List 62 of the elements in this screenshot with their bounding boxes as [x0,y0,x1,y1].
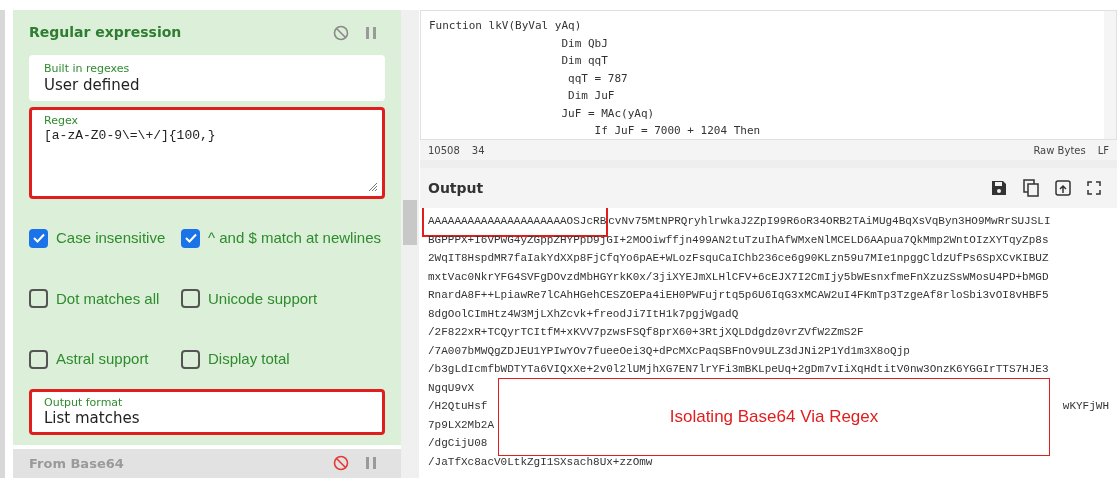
resize-handle-icon[interactable] [368,182,378,192]
output-line: 8dgOolCImHtz4W3MjLXhZcvk+freodJi7ItH1k7pgjWgadQ [428,306,739,322]
length-count: 10508 [428,143,460,158]
output-title: Output [428,178,484,198]
option-label: ^ and $ match at newlines [208,228,381,248]
line-count: 34 [471,143,485,158]
option-label: Dot matches all [56,288,160,309]
code-line: Dim JuF [567,88,615,104]
code-line: If JuF = 7000 + 1204 Then [593,123,761,139]
scrollbar-thumb[interactable] [403,200,417,245]
option-label: Display total [208,349,290,369]
output-line: mxtVac0NkrYFG4SVFgDOvzdMbHGYrkK0x/3jiXYEJmXLHlCFV+6cEJX7I2CmIjy5bWEsnxfmeFnXzuzSsWMosU4PD+bMGD [428,269,1049,285]
regex-field[interactable]: Regex [a-zA-Z0-9\=\+/]{100,} [29,107,385,199]
checkbox[interactable] [29,228,48,248]
field-value: [a-zA-Z0-9\=\+/]{100,} [44,127,217,144]
output-line: RnardA8F++LpiawRe7lCAhHGehCESZOEPa4iEH0PWFujrtq5p6U6IqG3xMCAW2uI4FKmTp3TzgeAf8rloSbi3vOI8vHBF5 [428,288,1049,303]
copy-icon[interactable] [1023,179,1039,197]
option-label: Case insensitive [56,228,166,248]
disable-icon[interactable] [333,24,349,41]
checkmark-icon [184,233,197,244]
callout-text: Isolating Base64 Via Regex [669,407,879,427]
encoding-button[interactable]: Raw Bytes [1033,142,1086,158]
output-line: cvNv75MtNPRQryhlrwkaJ2ZpI99R6oR34ORB2TAiMUg4BqXsVqByn3HO9MwRrSUJSLI [608,214,1051,229]
code-line: JuF = MAc(yAq) [560,105,655,122]
pause-icon[interactable] [365,25,377,40]
output-line: /2F822xR+TCQyrTCItfM+xKVV7pzwsFSQf8prX60+3RtjXQLDdgdz0vrZVfW2ZmS2F [428,325,864,340]
checkmark-icon [32,233,45,244]
option-label: Unicode support [208,288,318,309]
output-line: /b3gLdIcmfbWDTYTa6VIQxXe+2v0l2lUMjhXG7EN7lrYFi3mBKLpeUq+2gDm7vIiXqHdtitV0nw3OnzK6YGGIrTTS7HJE3 [428,362,1049,377]
eol-button[interactable]: LF [1097,142,1109,158]
output-line: 2WqIT8HspdMR7faIakYdXXp8FjCfqYo6pAE+WLozFsquCaIChb236ce6g90KLzn59u7MIe1npggCldzUfPs6SpXCvKIBUZ [428,251,1049,266]
fullscreen-icon[interactable] [1087,181,1101,195]
checkbox[interactable] [181,228,200,248]
checkbox[interactable] [181,289,200,309]
scrollbar[interactable] [1104,11,1116,139]
field-value: List matches [44,409,141,428]
code-line: Dim QbJ [560,35,608,52]
output-line: NgqU9vX [428,380,475,396]
field-label: Built in regexes [44,62,131,76]
scrollbar[interactable] [401,10,419,478]
input-area[interactable]: Function lkV(ByVal yAq) Dim QbJ Dim qqT qqT = 787 Dim JuF JuF = MAc(yAq) If JuF = 7000 + 1204 Then [420,10,1117,140]
option-label: Astral support [56,349,149,369]
operation-title: Regular expression [29,23,182,42]
field-label: Regex [44,114,79,128]
output-line: /JaTfXc8acV0LtkZgI1SXsach8Ux+zzOmw [428,454,653,470]
checkbox[interactable] [181,349,200,369]
output-line: /H2QtuHsf [428,399,488,414]
output-line: wKYFjWH [1062,399,1109,414]
field-label: Output format [44,395,124,410]
code-line: Dim qqT [560,53,608,69]
checkbox[interactable] [29,349,48,369]
output-line: /dgCijU08 [428,436,488,451]
operation-title: From Base64 [29,454,124,473]
code-line: Function lkV(ByVal yAq) [429,18,582,34]
select-field[interactable]: Built in regexes User defined [29,55,385,101]
output-line: 7p9LX2Mb2A [428,417,494,433]
field-value: User defined [44,75,141,95]
save-icon[interactable] [991,180,1007,196]
select-field[interactable]: Output format List matches [29,388,385,435]
code-line: qqT = 787 [567,70,628,87]
output-line: /7A007bMWQgZDJEU1YPIwYOv7fueeOei3Q+dPcMXcPaqSBFnOv9ULZ3dJNi2P1Yd1m3X8oQjp [428,343,910,359]
checkbox[interactable] [29,289,48,309]
